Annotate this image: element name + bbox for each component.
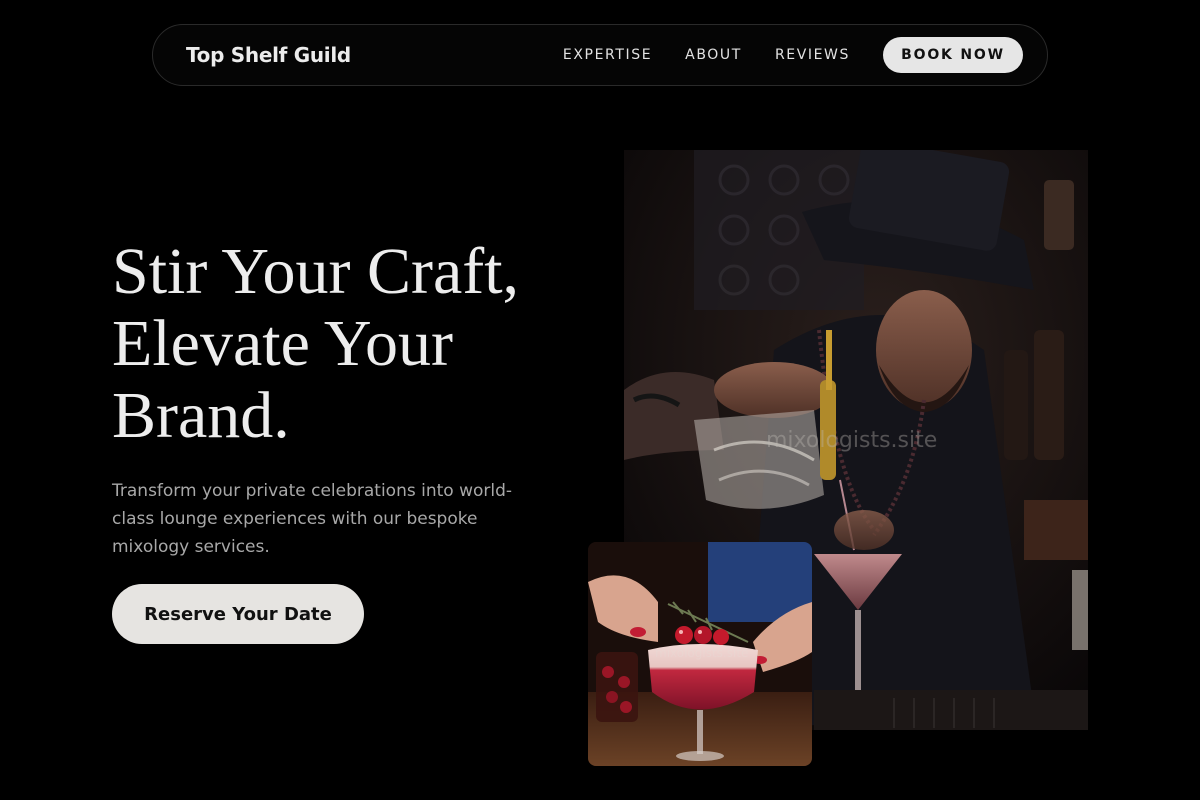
page: Top Shelf Guild EXPERTISE ABOUT REVIEWS …	[0, 0, 1200, 800]
book-now-button[interactable]: BOOK NOW	[883, 37, 1023, 73]
nav-link-about[interactable]: ABOUT	[685, 47, 742, 63]
headline-line: Elevate Your	[112, 307, 453, 380]
headline-line: Brand.	[112, 379, 290, 452]
headline-line: Stir Your Craft,	[112, 235, 520, 308]
nav-link-reviews[interactable]: REVIEWS	[775, 47, 850, 63]
hero-subtext: Transform your private celebrations into…	[112, 481, 513, 557]
main-photo-watermark: mixologists.site	[766, 428, 938, 453]
nav-links: EXPERTISE ABOUT REVIEWS BOOK NOW	[563, 37, 1023, 73]
top-navbar: Top Shelf Guild EXPERTISE ABOUT REVIEWS …	[152, 24, 1048, 86]
hero-headline: Stir Your Craft, Elevate Your Brand.	[112, 236, 592, 452]
reserve-date-button[interactable]: Reserve Your Date	[112, 584, 364, 644]
brand-logo[interactable]: Top Shelf Guild	[186, 43, 351, 67]
cocktail-photo-watermark: mixologists.site	[655, 646, 749, 660]
nav-link-expertise[interactable]: EXPERTISE	[563, 47, 652, 63]
